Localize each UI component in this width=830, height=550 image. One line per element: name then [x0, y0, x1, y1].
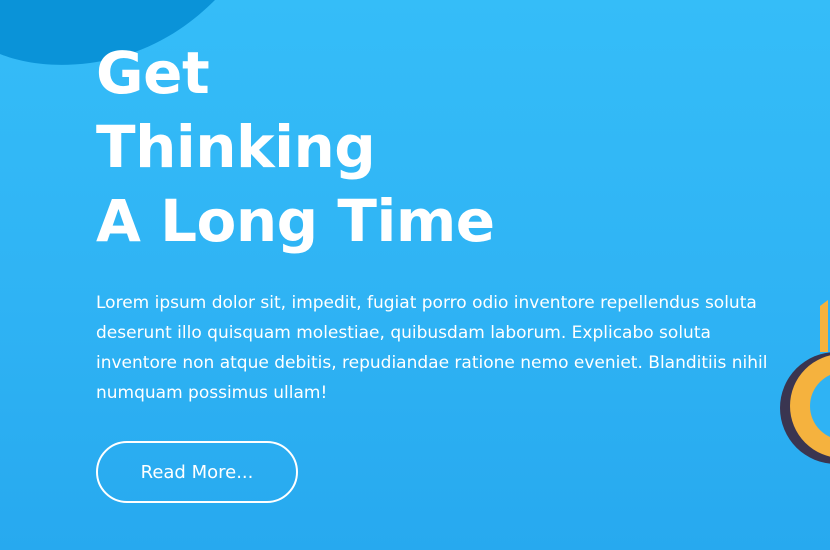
hero-section: Get Thinking A Long Time Lorem ipsum dol… — [0, 0, 830, 550]
decorative-ring-icon — [780, 300, 830, 464]
hero-title-line-3: A Long Time — [96, 187, 495, 255]
hero-description: Lorem ipsum dolor sit, impedit, fugiat p… — [96, 293, 768, 403]
hero-title-line-1: Get — [96, 39, 210, 107]
read-more-button[interactable]: Read More... — [96, 441, 298, 503]
hero-title-line-2: Thinking — [96, 113, 376, 181]
hero-title: Get Thinking A Long Time — [96, 36, 616, 258]
